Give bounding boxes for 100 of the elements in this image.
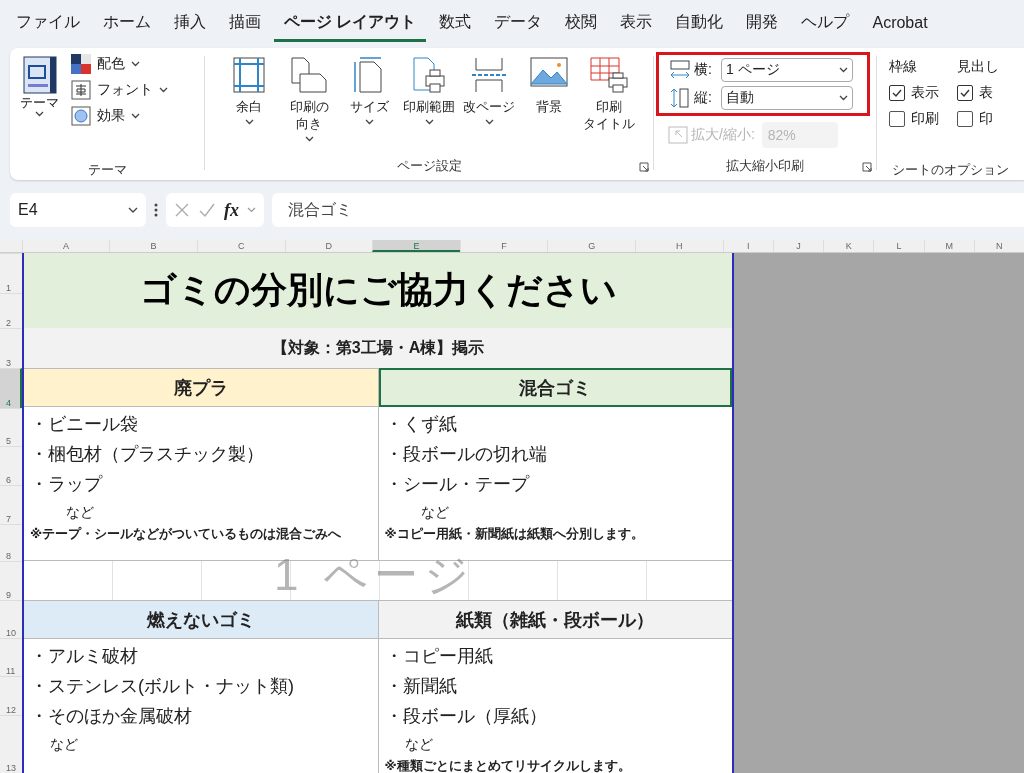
check-icon[interactable] xyxy=(198,202,216,218)
page-setup-button[interactable]: 背景 xyxy=(520,52,578,156)
option-checkbox[interactable]: 印 xyxy=(957,110,999,128)
ribbon-tab[interactable]: ヘルプ xyxy=(791,6,860,42)
list-item: ・梱包材（プラスチック製） xyxy=(30,443,265,466)
column-header[interactable]: C xyxy=(196,240,285,252)
checkbox[interactable] xyxy=(957,85,973,101)
ribbon-tab[interactable]: ページ レイアウト xyxy=(274,6,427,42)
theme-option-button[interactable]: 効果 xyxy=(71,106,168,126)
etc-text: など xyxy=(403,735,434,754)
checkbox[interactable] xyxy=(889,111,905,127)
column-header[interactable]: M xyxy=(923,240,974,252)
column-header[interactable]: A xyxy=(21,240,110,252)
sheet-title: ゴミの分別にご協力ください xyxy=(24,253,732,328)
column-header[interactable]: L xyxy=(873,240,924,252)
width-dropdown[interactable]: 1 ページ xyxy=(720,58,853,82)
ribbon-tab[interactable]: 表示 xyxy=(610,6,663,42)
color-swatch-icon xyxy=(71,54,91,74)
ribbon-tab[interactable]: 開発 xyxy=(736,6,789,42)
ribbon-tab[interactable]: データ xyxy=(484,6,553,42)
column-header[interactable]: H xyxy=(635,240,723,252)
font-icon xyxy=(71,80,91,100)
column-header[interactable]: G xyxy=(547,240,636,252)
formula-field[interactable]: 混合ゴミ xyxy=(272,193,1024,227)
caret-icon xyxy=(131,113,140,119)
effects-icon xyxy=(71,106,91,126)
height-label: 縦: xyxy=(694,89,712,107)
caret-icon xyxy=(159,87,168,93)
scale-label: 拡大/縮小: xyxy=(691,126,755,144)
list-item: ・新聞紙 xyxy=(384,675,458,698)
note-text: ※種類ごとにまとめてリサイクルします。 xyxy=(384,758,632,773)
option-checkbox[interactable]: 印刷 xyxy=(889,110,939,128)
list-item: ・ステンレス(ボルト・ナット類) xyxy=(30,675,295,698)
row-header[interactable]: 4 xyxy=(0,368,22,408)
category-header[interactable]: 廃プラ xyxy=(24,368,378,407)
ribbon-tab[interactable]: 自動化 xyxy=(665,6,734,42)
page-setup-button[interactable]: 余白 xyxy=(220,52,278,156)
caret-icon xyxy=(35,111,44,117)
note-text: ※コピー用紙・新聞紙は紙類へ分別します。 xyxy=(384,526,645,543)
insert-function-button[interactable]: fx xyxy=(224,199,239,221)
list-item: ・くず紙 xyxy=(384,413,458,436)
theme-option-button[interactable]: 配色 xyxy=(71,54,168,74)
etc-text: など xyxy=(49,735,79,754)
checkbox[interactable] xyxy=(889,85,905,101)
margins-icon xyxy=(232,56,266,94)
category-header[interactable]: 燃えないゴミ xyxy=(24,600,378,639)
column-header[interactable]: B xyxy=(109,240,197,252)
dialog-launcher-icon[interactable] xyxy=(862,162,872,172)
orientation-icon xyxy=(290,56,328,94)
zoom-icon xyxy=(668,126,688,144)
page-setup-button[interactable]: 印刷 タイトル xyxy=(580,52,638,156)
page-setup-button[interactable]: 改ページ xyxy=(460,52,518,156)
group-label: テーマ xyxy=(87,161,127,179)
checkbox[interactable] xyxy=(957,111,973,127)
page-setup-button[interactable]: 印刷の 向き xyxy=(280,52,338,156)
caret-icon xyxy=(838,67,848,73)
list-item: ・ラップ xyxy=(30,473,104,496)
option-heading: 見出し xyxy=(957,58,999,76)
ribbon-tab[interactable]: 挿入 xyxy=(164,6,216,42)
theme-button[interactable]: テーマ xyxy=(16,52,63,160)
caret-icon xyxy=(131,61,140,67)
ribbon-tab[interactable]: 数式 xyxy=(429,6,482,42)
group-label: シートのオプション xyxy=(892,161,1009,179)
name-box[interactable]: E4 xyxy=(10,193,146,227)
ribbon-tab[interactable]: ホーム xyxy=(93,6,161,42)
ribbon-tab[interactable]: 校閲 xyxy=(555,6,608,42)
theme-icon xyxy=(22,56,57,94)
dialog-launcher-icon[interactable] xyxy=(639,162,649,172)
more-icon[interactable] xyxy=(154,202,158,218)
caret-icon xyxy=(838,95,848,101)
list-item: ・アルミ破材 xyxy=(30,645,139,668)
ribbon-tab[interactable]: 描画 xyxy=(219,6,271,42)
theme-option-button[interactable]: フォント xyxy=(71,80,168,100)
option-checkbox[interactable]: 表 xyxy=(957,84,999,102)
column-header[interactable]: J xyxy=(772,240,824,252)
height-dropdown[interactable]: 自動 xyxy=(720,86,853,110)
category-header[interactable]: 混合ゴミ xyxy=(378,368,732,407)
column-header[interactable]: F xyxy=(459,240,548,252)
column-header[interactable]: N xyxy=(973,240,1024,252)
group-label: ページ設定 xyxy=(396,157,462,175)
page-break-icon xyxy=(470,56,508,94)
ribbon-tab[interactable]: ファイル xyxy=(6,6,90,42)
page-setup-button[interactable]: サイズ xyxy=(340,52,398,156)
column-header[interactable]: I xyxy=(722,240,773,252)
column-header[interactable]: K xyxy=(823,240,874,252)
note-text: ※テープ・シールなどがついているものは混合ごみへ xyxy=(30,526,343,543)
fit-height-icon xyxy=(669,88,691,108)
category-header[interactable]: 紙類（雑紙・段ボール） xyxy=(378,600,732,639)
caret-icon[interactable] xyxy=(247,207,256,213)
etc-text: など xyxy=(65,503,95,522)
etc-text: など xyxy=(419,503,450,522)
print-titles-icon xyxy=(589,56,629,94)
column-header[interactable]: E xyxy=(372,240,460,252)
option-heading: 枠線 xyxy=(889,58,918,76)
ribbon-tab[interactable]: Acrobat xyxy=(862,7,938,41)
page-number-label: 1 ページ xyxy=(274,553,475,597)
checkmark-icon xyxy=(959,87,971,99)
option-checkbox[interactable]: 表示 xyxy=(889,84,939,102)
page-setup-button[interactable]: 印刷範囲 xyxy=(400,52,458,156)
list-item: ・段ボール（厚紙） xyxy=(384,705,548,728)
